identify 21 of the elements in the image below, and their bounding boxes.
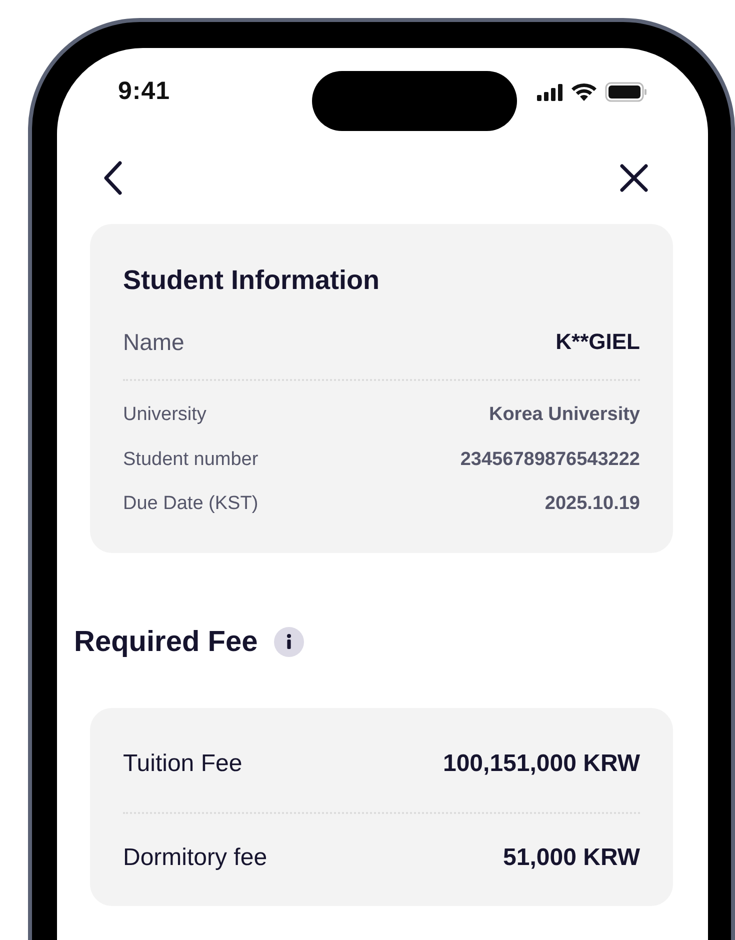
fee-label: Tuition Fee — [123, 749, 242, 779]
close-icon[interactable] — [619, 163, 649, 193]
field-value: 23456789876543222 — [460, 448, 640, 472]
battery-icon — [605, 82, 647, 102]
back-icon[interactable] — [102, 160, 124, 196]
section-title: Required Fee — [74, 624, 258, 660]
field-value: K**GIEL — [556, 328, 640, 356]
fee-amount: 51,000 KRW — [503, 843, 640, 873]
field-value: Korea University — [488, 403, 640, 427]
fee-label: Dormitory fee — [123, 843, 268, 873]
field-label: Student number — [123, 448, 258, 472]
signal-icon — [537, 83, 563, 101]
field-label: Name — [123, 328, 184, 356]
fee-amount: 100,151,000 KRW — [442, 749, 640, 779]
card-title: Student Information — [123, 264, 380, 297]
field-label: University — [123, 403, 206, 427]
status-time: 9:41 — [118, 76, 170, 108]
field-label: Due Date (KST) — [123, 492, 258, 516]
info-icon[interactable] — [274, 627, 304, 658]
wifi-icon — [571, 82, 597, 102]
field-value: 2025.10.19 — [544, 492, 640, 516]
